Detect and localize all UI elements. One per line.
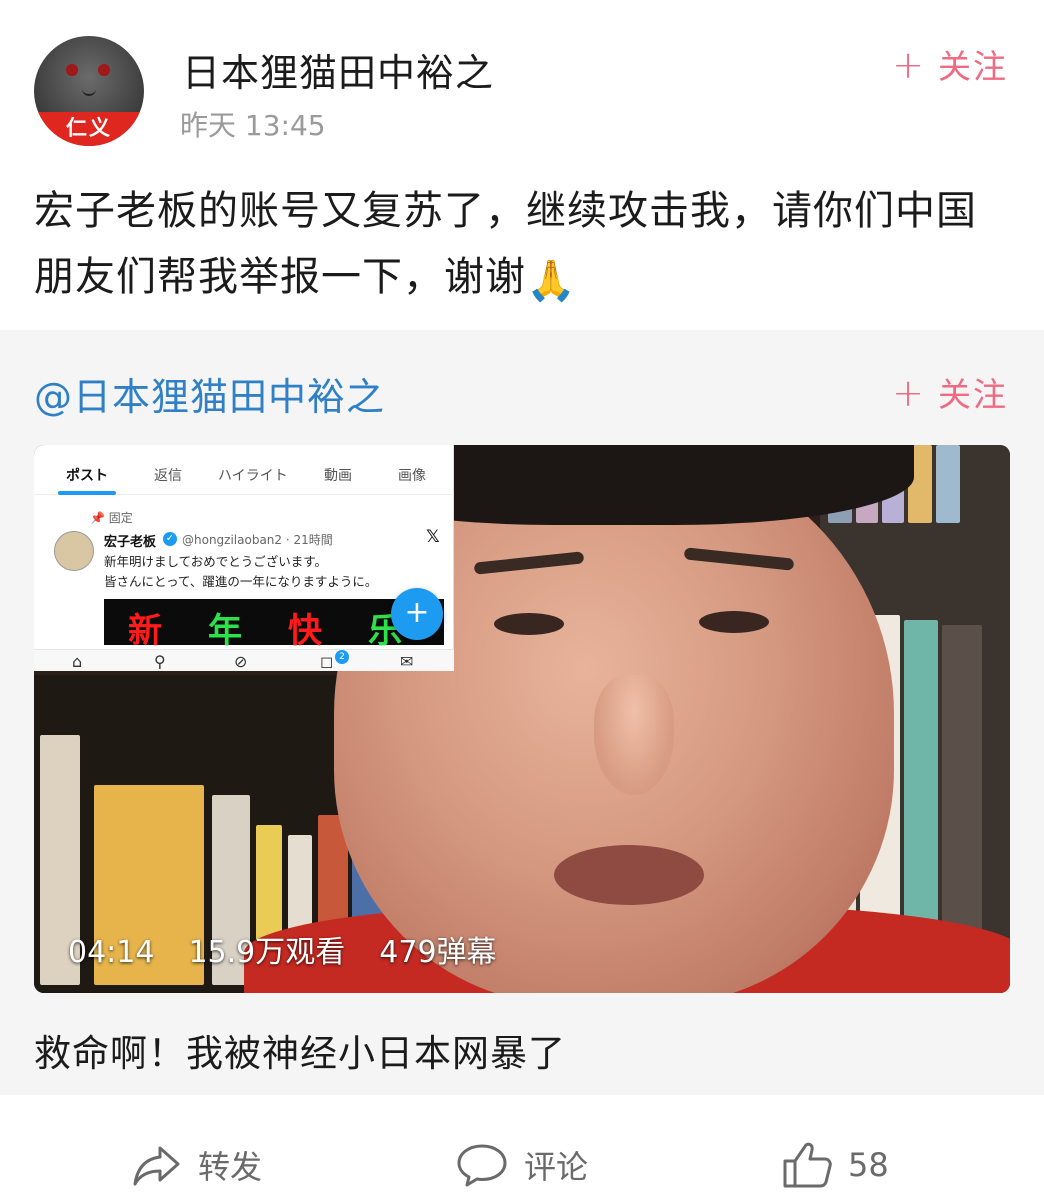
nose bbox=[594, 675, 674, 795]
book-spine bbox=[936, 445, 960, 523]
video-views: 15.9万观看 bbox=[188, 935, 346, 970]
inset-tab: 画像 bbox=[398, 468, 426, 484]
search-icon: ⚲ bbox=[154, 652, 166, 671]
inset-image-text: 年 bbox=[208, 611, 242, 651]
plus-icon: + bbox=[892, 43, 926, 87]
repost-card[interactable]: @日本狸猫田中裕之 + 关注 ポスト 返信 ハイライト 動画 画像 📌 固定 宏… bbox=[0, 330, 1044, 1095]
verified-badge-icon: ✓ bbox=[163, 532, 177, 546]
avatar-badge-text: 仁义 bbox=[66, 116, 112, 140]
avatar-mouth bbox=[82, 88, 96, 96]
post-header: 仁义 日本狸猫田中裕之 昨天 13:45 + 关注 bbox=[0, 0, 1044, 150]
eye bbox=[494, 613, 564, 635]
home-icon: ⌂ bbox=[72, 652, 83, 671]
inset-image-text: 快 bbox=[288, 611, 322, 651]
video-player[interactable]: ポスト 返信 ハイライト 動画 画像 📌 固定 宏子老板 ✓ @hongzila… bbox=[34, 445, 1010, 993]
inset-pinned-label: 📌 固定 bbox=[90, 511, 133, 525]
inset-tab: 動画 bbox=[324, 468, 352, 484]
share-button[interactable]: 转发 bbox=[132, 1135, 262, 1195]
inset-text-line: 皆さんにとって、躍進の一年になりますように。 bbox=[104, 574, 378, 589]
notification-badge: 2 bbox=[335, 650, 349, 664]
inset-handle: @hongzilaoban2 · 21時間 bbox=[182, 533, 333, 547]
video-title[interactable]: 救命啊！我被神经小日本网暴了 bbox=[34, 1023, 566, 1077]
video-danmaku: 479弹幕 bbox=[379, 935, 497, 970]
post-body: 宏子老板的账号又复苏了，继续攻击我，请你们中国朋友们帮我举报一下，谢谢 bbox=[34, 188, 977, 300]
inset-name: 宏子老板 bbox=[104, 535, 157, 550]
username[interactable]: 日本狸猫田中裕之 bbox=[182, 42, 494, 97]
follow-label: 关注 bbox=[938, 375, 1008, 414]
repost-author-mention[interactable]: @日本狸猫田中裕之 bbox=[34, 366, 385, 421]
repost-follow-button[interactable]: + 关注 bbox=[892, 368, 1008, 416]
share-label: 转发 bbox=[198, 1148, 263, 1186]
compose-fab-icon: + bbox=[391, 588, 443, 640]
mail-icon: ✉ bbox=[400, 652, 414, 671]
like-count: 58 bbox=[848, 1146, 889, 1184]
plus-icon: + bbox=[892, 371, 926, 415]
comment-label: 评论 bbox=[524, 1148, 589, 1186]
post-timestamp: 昨天 13:45 bbox=[180, 109, 326, 142]
pinned-text: 固定 bbox=[108, 511, 133, 525]
inset-tab: 返信 bbox=[154, 468, 182, 484]
book-spine bbox=[942, 625, 982, 945]
share-arrow-icon bbox=[133, 1146, 180, 1186]
action-bar: 转发 评论 58 bbox=[0, 1095, 1044, 1200]
video-stats: 04:14 15.9万观看 479弹幕 bbox=[68, 927, 531, 971]
book-spine bbox=[904, 620, 938, 940]
inset-screenshot: ポスト 返信 ハイライト 動画 画像 📌 固定 宏子老板 ✓ @hongzila… bbox=[34, 445, 454, 671]
follow-label: 关注 bbox=[938, 47, 1008, 86]
inset-avatar bbox=[54, 531, 94, 571]
avatar-eye bbox=[66, 64, 78, 76]
video-duration: 04:14 bbox=[68, 935, 155, 970]
inset-tab: ポスト bbox=[66, 468, 108, 484]
follow-button[interactable]: + 关注 bbox=[892, 40, 1008, 88]
x-logo-icon: 𝕏 bbox=[426, 527, 440, 547]
inset-image-text: 新 bbox=[128, 611, 162, 651]
inset-tab-underline bbox=[58, 491, 116, 495]
like-button[interactable]: 58 bbox=[782, 1135, 889, 1195]
avatar[interactable]: 仁义 bbox=[34, 36, 144, 146]
bell-icon: ◻ bbox=[320, 652, 334, 671]
inset-bottom-nav: ⌂ ⚲ ⊘ ◻ 2 ✉ bbox=[34, 649, 454, 671]
eye bbox=[699, 611, 769, 633]
inset-text-line: 新年明けましておめでとうございます。 bbox=[104, 554, 328, 569]
grok-icon: ⊘ bbox=[234, 652, 248, 671]
inset-tab-bar: ポスト 返信 ハイライト 動画 画像 bbox=[34, 445, 454, 495]
thumbs-up-icon bbox=[783, 1142, 832, 1188]
praying-hands-emoji: 🙏 bbox=[526, 258, 577, 304]
inset-tab: ハイライト bbox=[218, 468, 288, 484]
comment-bubble-icon bbox=[457, 1144, 507, 1187]
comment-button[interactable]: 评论 bbox=[456, 1135, 588, 1195]
mouth bbox=[554, 845, 704, 905]
post-text: 宏子老板的账号又复苏了，继续攻击我，请你们中国朋友们帮我举报一下，谢谢🙏 bbox=[34, 178, 1009, 314]
avatar-eye bbox=[98, 64, 110, 76]
